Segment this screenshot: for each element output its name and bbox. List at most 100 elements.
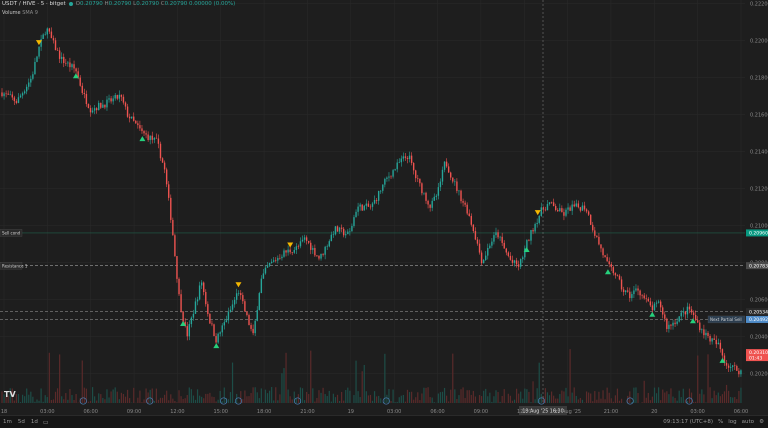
volume-bar — [180, 396, 182, 403]
volume-bar — [211, 396, 213, 403]
volume-bar — [408, 392, 411, 403]
volume-bar — [73, 400, 75, 403]
volume-bar — [133, 387, 135, 403]
volume-bar — [287, 389, 289, 403]
candle-body — [42, 34, 44, 39]
candle-body — [359, 204, 361, 207]
tradingview-logo[interactable]: TV — [4, 390, 16, 400]
candle-body — [501, 236, 503, 243]
candle-body — [279, 258, 281, 259]
candle-body — [694, 314, 697, 321]
price-tick-label: 0.20400 — [750, 334, 768, 340]
calendar-icon[interactable]: ▭ — [41, 419, 51, 426]
volume-legend[interactable]: Volume SMA 9 — [2, 10, 38, 16]
volume-bar — [686, 400, 689, 403]
candle-body — [641, 295, 643, 296]
candle-body — [21, 93, 24, 96]
symbol-title[interactable]: USDT / HIVE · 5 · bitget — [2, 1, 66, 7]
candle-body — [431, 200, 433, 208]
volume-bar — [536, 388, 538, 403]
candle-body — [196, 299, 199, 302]
volume-bar — [273, 400, 275, 403]
candle-body — [273, 260, 275, 262]
ohlc-values: O0.20790 H0.20790 L0.20790 C0.20790 0.00… — [75, 1, 236, 7]
volume-bar — [439, 392, 442, 403]
candle-body — [299, 241, 302, 247]
candle-body — [120, 94, 123, 97]
candle-body — [528, 240, 530, 241]
candle-body — [118, 94, 121, 99]
price-tick-label: 0.20200 — [750, 371, 768, 377]
candle-body — [58, 50, 61, 59]
candle-body — [116, 95, 118, 99]
volume-bar — [345, 389, 347, 403]
candle-body — [63, 56, 65, 63]
candle-body — [554, 205, 557, 210]
auto-toggle[interactable]: auto — [742, 419, 754, 425]
volume-bar — [223, 387, 225, 403]
candle-body — [172, 219, 174, 236]
candle-body — [581, 205, 584, 211]
volume-bar — [740, 387, 742, 403]
volume-bars — [1, 349, 742, 403]
volume-bar — [676, 400, 678, 403]
volume-bar — [534, 399, 536, 403]
candle-body — [312, 248, 314, 250]
candle-body — [406, 157, 409, 159]
candle-body — [36, 56, 38, 62]
volume-bar — [429, 397, 431, 403]
candle-body — [149, 135, 151, 140]
candle-body — [353, 217, 355, 226]
candle-body — [736, 366, 738, 371]
volume-bar — [423, 387, 425, 403]
candle-body — [223, 322, 225, 326]
timeframe-1d[interactable]: 1d — [28, 419, 41, 425]
volume-bar — [513, 399, 516, 403]
volume-bar — [291, 399, 293, 403]
candle-body — [734, 365, 736, 367]
candle-body — [200, 282, 203, 286]
percent-toggle[interactable]: % — [718, 419, 723, 425]
price-chart[interactable]: Sell condResistance 1Next Partial Sell 1… — [0, 0, 768, 416]
candle-body — [71, 64, 73, 68]
volume-bar — [87, 401, 90, 403]
chart-grid — [0, 0, 745, 403]
candle-body — [219, 332, 221, 334]
candle-body — [318, 255, 320, 259]
candle-body — [182, 311, 184, 322]
volume-bar — [602, 390, 604, 403]
candle-body — [56, 50, 59, 51]
volume-bar — [448, 401, 450, 403]
candle-body — [334, 226, 337, 235]
volume-bar — [398, 397, 400, 403]
volume-bar — [629, 391, 631, 403]
candle-body — [495, 232, 497, 236]
volume-bar — [254, 387, 256, 403]
candle-body — [489, 245, 491, 249]
candle-body — [507, 252, 510, 256]
volume-bar — [590, 393, 592, 403]
volume-bar — [548, 395, 551, 403]
volume-bar — [96, 400, 98, 403]
candle-body — [69, 62, 71, 68]
candle-body — [649, 301, 652, 306]
timeframe-5d[interactable]: 5d — [15, 419, 28, 425]
volume-bar — [260, 388, 262, 403]
volume-bar — [349, 390, 351, 403]
candle-body — [511, 259, 514, 263]
clock-time[interactable]: 09:13:17 (UTC+8) — [663, 419, 713, 425]
volume-bar — [48, 352, 50, 403]
timeframe-1m[interactable]: 1m — [0, 419, 15, 425]
volume-bar — [378, 395, 380, 403]
volume-bar — [332, 393, 334, 403]
volume-bar — [44, 395, 46, 403]
buy-arrow-icon — [139, 136, 146, 142]
candle-body — [157, 138, 160, 144]
log-toggle[interactable]: log — [728, 419, 736, 425]
volume-bar — [509, 395, 512, 403]
countdown-text: 01:43 — [749, 356, 762, 362]
candle-body — [114, 95, 116, 99]
candle-body — [126, 106, 129, 117]
settings-gear-icon[interactable]: ⚙ — [759, 419, 764, 425]
volume-bar — [594, 391, 596, 403]
